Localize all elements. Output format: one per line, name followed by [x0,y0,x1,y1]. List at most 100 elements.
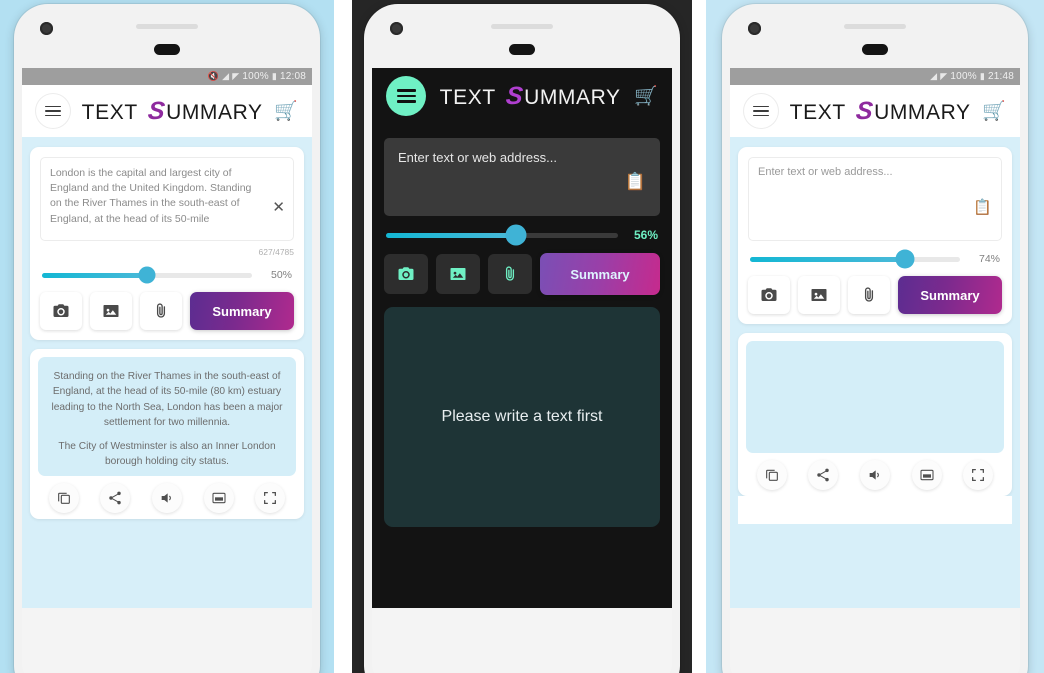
earpiece-speaker [844,24,906,29]
text-input-area-1[interactable]: London is the capital and largest city o… [40,157,294,241]
wifi-icon: ◢ [930,71,938,81]
clipboard-icon[interactable]: 📋 [973,198,992,216]
camera-button[interactable] [40,292,82,330]
speak-button[interactable] [859,460,890,490]
output-tool-row-3 [746,460,1004,490]
battery-icon: ▮ [271,71,277,81]
app-title-s-glyph: S [504,81,525,110]
summary-length-slider-row-1: 50% [42,266,292,284]
character-counter: 627/4785 [258,247,294,257]
app-title-prefix: TEXT [439,85,502,109]
sensor-pill [509,44,535,55]
app-bar-3: TEXT SUMMARY 🛒 [730,85,1020,137]
phone-bezel-top [722,4,1028,68]
app-title: TEXT SUMMARY [788,97,972,126]
slider-thumb[interactable] [895,249,915,269]
attach-button[interactable] [488,254,532,294]
hamburger-menu-icon[interactable] [36,94,70,128]
slider-fill [386,232,516,238]
summary-length-slider-row-3: 74% [750,249,1000,269]
copy-icon [765,469,778,481]
hamburger-menu-icon[interactable] [386,76,426,116]
slider-thumb[interactable] [138,266,156,284]
fullscreen-button[interactable] [255,482,286,513]
share-button[interactable] [808,460,839,490]
speak-button[interactable] [151,482,182,513]
screen-bottom-spacer [738,496,1012,524]
clock-label: 12:08 [279,71,306,82]
save-pdf-icon [920,469,934,481]
action-row-1: Summary [40,292,294,330]
app-bar-2: TEXT SUMMARY 🛒 [372,68,672,124]
attach-button[interactable] [848,276,890,314]
shopping-cart-icon[interactable]: 🛒 [634,87,658,106]
share-button[interactable] [100,482,131,513]
phone-chin-3 [730,608,1020,673]
battery-percent-label: 100% [242,71,269,82]
input-card-1: London is the capital and largest city o… [30,147,304,340]
action-row-3: Summary [748,276,1002,314]
text-input-area-3[interactable]: Enter text or web address... 📋 [748,157,1002,241]
summary-length-slider-3[interactable] [750,249,960,269]
slider-thumb[interactable] [505,224,527,246]
shopping-cart-icon[interactable]: 🛒 [982,102,1006,121]
input-placeholder: Enter text or web address... [758,166,893,178]
signal-icon: ◤ [232,71,240,81]
phone-device-1: 🔇 ◢ ◤ 100% ▮ 12:08 TEXT SUMMARY 🛒 London… [14,4,320,673]
app-body-3: Enter text or web address... 📋 74% Summa… [730,137,1020,608]
output-card-3 [738,333,1012,496]
camera-icon [53,304,69,317]
summary-length-slider-1[interactable] [42,266,252,284]
gallery-button[interactable] [90,292,132,330]
summary-button[interactable]: Summary [898,276,1002,314]
shopping-cart-icon[interactable]: 🛒 [274,102,298,121]
earpiece-speaker [136,24,198,29]
summary-output-box-1: Standing on the River Thames in the sout… [38,357,296,476]
app-title-prefix: TEXT [789,100,852,124]
app-title-suffix: UMMARY [524,85,621,109]
app-bar-1: TEXT SUMMARY 🛒 [22,85,312,137]
image-icon [811,289,827,301]
text-input-area-2[interactable]: Enter text or web address... 📋 [384,138,660,216]
copy-button[interactable] [756,460,787,490]
summary-button[interactable]: Summary [540,253,660,295]
save-pdf-button[interactable] [203,482,234,513]
summary-length-slider-2[interactable] [386,224,618,246]
paperclip-icon [156,303,166,318]
camera-icon [761,288,777,301]
save-pdf-button[interactable] [911,460,942,490]
summary-length-slider-row-2: 56% [386,224,658,246]
summary-output-box-2: Please write a text first [384,307,660,527]
summary-output-box-3 [746,341,1004,453]
input-card-3: Enter text or web address... 📋 74% Summa… [738,147,1012,324]
fullscreen-button[interactable] [963,460,994,490]
close-x-icon[interactable]: ✕ [272,200,285,215]
signal-icon: ◤ [940,71,948,81]
slider-percent-label: 50% [270,269,292,281]
phone-screen-3: ◢ ◤ 100% ▮ 21:48 TEXT SUMMARY 🛒 Enter te… [730,68,1020,608]
camera-button[interactable] [748,276,790,314]
panel-screen-2: TEXT SUMMARY 🛒 Enter text or web address… [352,0,692,673]
summary-output-text: Standing on the River Thames in the sout… [50,369,284,470]
app-body-2: Enter text or web address... 📋 56% Summa… [372,124,672,608]
image-icon [103,305,119,317]
phone-device-3: ◢ ◤ 100% ▮ 21:48 TEXT SUMMARY 🛒 Enter te… [722,4,1028,673]
copy-button[interactable] [48,482,79,513]
save-pdf-icon [212,492,226,503]
sensor-pill [154,44,180,55]
paperclip-icon [864,287,874,302]
camera-button[interactable] [384,254,428,294]
hamburger-menu-icon[interactable] [744,94,778,128]
sensor-pill [862,44,888,55]
attach-button[interactable] [140,292,182,330]
summary-button[interactable]: Summary [190,292,294,330]
front-camera-icon [748,22,761,35]
image-icon [450,268,466,280]
phone-bezel-top [364,4,680,68]
gallery-button[interactable] [436,254,480,294]
clipboard-icon[interactable]: 📋 [625,172,646,192]
input-placeholder: Enter text or web address... [398,150,557,165]
speaker-icon [869,470,879,480]
gallery-button[interactable] [798,276,840,314]
android-status-bar-1: 🔇 ◢ ◤ 100% ▮ 12:08 [22,68,312,85]
